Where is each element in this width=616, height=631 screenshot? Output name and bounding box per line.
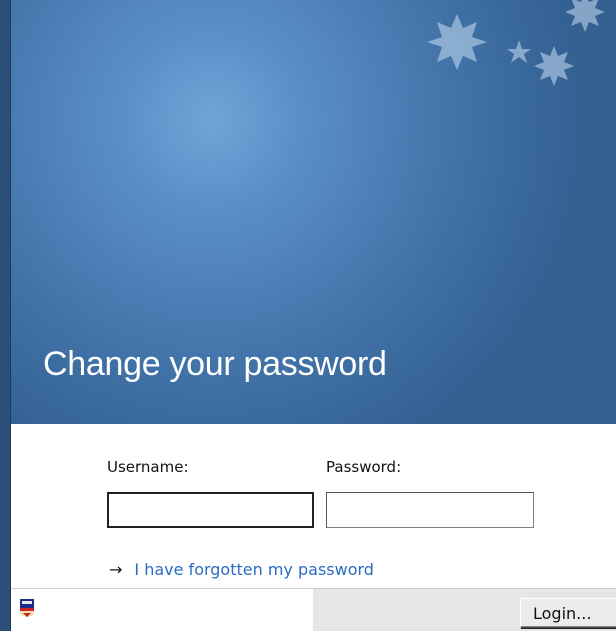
password-label: Password: [326, 458, 402, 476]
crest-icon [20, 599, 34, 617]
login-button[interactable]: Login... [520, 598, 616, 628]
banner: Change your password [11, 0, 616, 424]
page-title: Change your password [43, 345, 387, 383]
password-input[interactable] [326, 492, 534, 528]
forgot-password-link[interactable]: → I have forgotten my password [109, 560, 374, 579]
forgot-password-label: I have forgotten my password [134, 560, 374, 579]
username-label: Username: [107, 458, 189, 476]
status-bar: Login... [11, 588, 616, 631]
login-form: Username: Password: → I have forgotten my… [11, 424, 616, 588]
arrow-right-icon: → [109, 560, 123, 579]
login-window: Change your password Username: Password:… [10, 0, 616, 631]
username-input[interactable] [107, 492, 314, 528]
